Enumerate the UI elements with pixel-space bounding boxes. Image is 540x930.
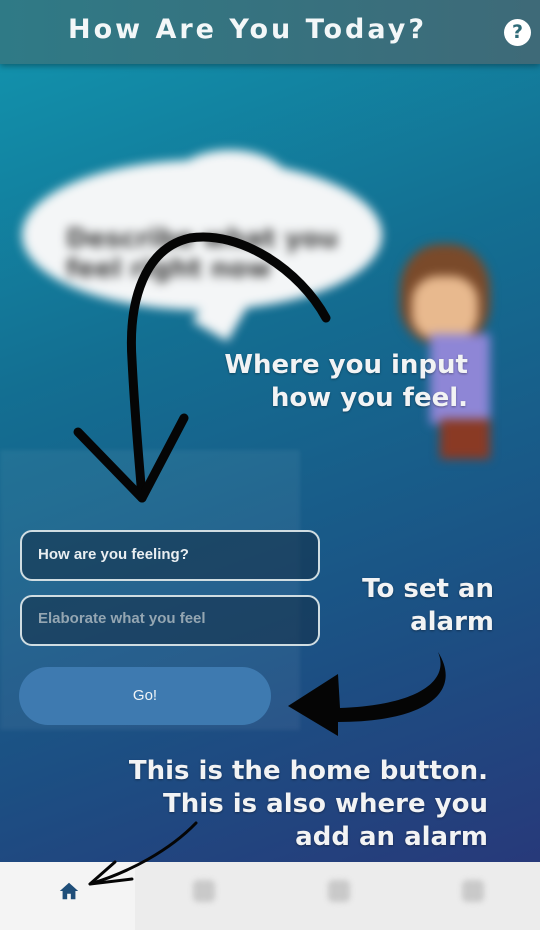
curved-down-arrow-head-icon xyxy=(73,413,189,503)
annotation-arrows xyxy=(73,232,446,886)
left-arrow-icon xyxy=(288,652,446,736)
thin-arrow-icon xyxy=(88,821,198,886)
